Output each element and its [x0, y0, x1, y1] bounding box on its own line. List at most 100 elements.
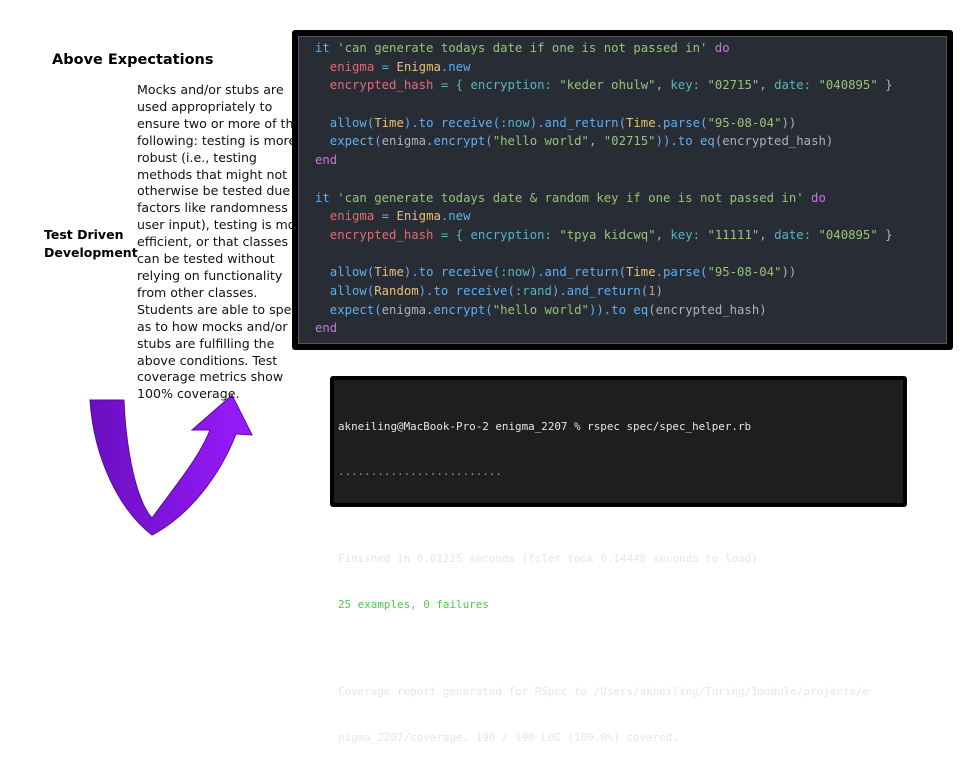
code-token: eq: [633, 302, 649, 317]
code-token: encrypted_hash: [315, 78, 434, 93]
description-line: following: testing is more: [137, 132, 297, 148]
row-label-line: Test Driven: [44, 227, 124, 242]
rubric-description: Mocks and/or stubs are used appropriately…: [137, 82, 308, 403]
code-token: ).to receive(: [418, 283, 515, 298]
code-line: expect(enigma.encrypt("hello world")).to…: [315, 301, 893, 320]
description-line: from other classes.: [137, 284, 258, 300]
code-token: "040895": [818, 227, 878, 242]
code-token: .new: [440, 209, 471, 224]
code-token: encrypted_hash: [315, 227, 434, 242]
description-line: relying on functionality: [137, 267, 283, 283]
code-token: expect(: [315, 302, 382, 317]
description-line: robust (i.e., testing: [137, 149, 257, 165]
description-line: above conditions. Test: [137, 352, 278, 368]
code-token: "hello world": [492, 302, 589, 317]
code-editor: it 'can generate todays date if one is n…: [298, 36, 947, 344]
description-line: otherwise be tested due to: [137, 183, 307, 199]
code-token: "95-08-04": [707, 265, 782, 280]
code-token: )).to: [588, 302, 634, 317]
code-token: )): [781, 115, 797, 130]
description-line: 100% coverage.: [137, 386, 240, 402]
code-token: ): [655, 283, 663, 298]
description-line: Mocks and/or stubs are: [137, 82, 284, 97]
terminal-progress: .........................: [338, 465, 502, 479]
code-line: expect(enigma.encrypt("hello world", "02…: [315, 132, 893, 151]
u-turn-arrow-icon: [89, 394, 253, 536]
code-token: enigma.: [381, 134, 434, 149]
code-token: =: [374, 209, 397, 224]
description-line: can be tested without: [137, 251, 275, 267]
code-token: Enigma: [396, 209, 441, 224]
code-token: "02715": [707, 78, 760, 93]
code-screenshot: it 'can generate todays date if one is n…: [292, 30, 953, 350]
code-line: end: [315, 319, 893, 338]
code-token: enigma.: [381, 302, 434, 317]
code-token: ,: [588, 134, 604, 149]
description-line: ensure two or more of the: [137, 115, 302, 131]
code-token: = {: [433, 227, 471, 242]
code-token: "95-08-04": [707, 115, 782, 130]
description-line: methods that might not: [137, 166, 288, 182]
description-line: used appropriately to: [137, 98, 273, 114]
code-token: "tpya kidcwq": [559, 227, 656, 242]
description-line: efficient, or that classes: [137, 234, 289, 250]
code-token: ,: [759, 227, 775, 242]
code-token: do: [803, 190, 826, 205]
code-token: ).and_return(: [551, 283, 649, 298]
code-token: it: [315, 41, 338, 55]
code-token: ).to receive(: [403, 265, 501, 280]
code-token: Random: [374, 283, 419, 298]
code-token: :now: [500, 265, 530, 280]
code-token: eq: [700, 134, 715, 149]
terminal-screenshot: akneiling@MacBook-Pro-2 enigma_2207 % rs…: [330, 376, 907, 744]
code-token: ).and_return(: [529, 265, 626, 280]
code-token: ).and_return(: [529, 115, 626, 130]
code-token: "02715": [603, 134, 656, 149]
description-line: stubs are fulfilling the: [137, 335, 275, 351]
code-token: do: [707, 41, 730, 55]
code-token: .parse(: [655, 115, 708, 130]
description-line: factors like randomness or: [137, 200, 305, 216]
code-line: end: [315, 151, 893, 170]
code-line: it 'can generate todays date & random ke…: [315, 189, 893, 208]
code-token: Time: [374, 115, 404, 130]
code-token: encryption:: [470, 78, 560, 93]
code-token: date:: [774, 78, 819, 93]
terminal-coverage: nigma_2207/coverage. 190 / 190 LOC (100.…: [338, 731, 679, 745]
code-token: :now: [500, 115, 530, 130]
description-line: Students are able to speak: [137, 301, 307, 317]
code-token: enigma: [315, 59, 375, 74]
code-token: 'can generate todays date if one is not …: [337, 41, 708, 55]
code-line: allow(Time).to receive(:now).and_return(…: [315, 114, 893, 133]
code-token: encrypt(: [433, 302, 493, 317]
code-line: encrypted_hash = { encryption: "keder oh…: [315, 76, 893, 95]
code-token: "hello world": [492, 134, 589, 149]
code-line: allow(Time).to receive(:now).and_return(…: [315, 263, 893, 282]
code-token: key:: [670, 227, 708, 242]
code-token: }: [877, 78, 893, 93]
code-token: date:: [774, 227, 819, 242]
code-token: ,: [759, 78, 775, 93]
description-line: user input), testing is more: [137, 217, 309, 233]
rubric-heading: Above Expectations: [52, 52, 214, 68]
code-token: )): [781, 265, 797, 280]
code-token: ,: [655, 78, 671, 93]
code-token: }: [877, 227, 893, 242]
code-token: .parse(: [655, 265, 708, 280]
terminal-finished: Finished in 0.01215 seconds (files took …: [338, 552, 758, 566]
code-token: expect(: [315, 134, 382, 149]
code-token: allow(: [315, 283, 375, 298]
terminal-coverage: Coverage report generated for RSpec to /…: [338, 685, 870, 699]
code-token: it: [315, 190, 338, 205]
code-token: )).to: [655, 134, 701, 149]
description-line: as to how mocks and/or: [137, 318, 288, 334]
code-token: end: [315, 321, 338, 336]
code-token: Time: [374, 265, 404, 280]
code-token: "040895": [818, 78, 878, 93]
code-line: allow(Random).to receive(:rand).and_retu…: [315, 282, 893, 301]
code-token: ,: [655, 227, 671, 242]
rubric-row-label: Test Driven Development: [44, 226, 138, 262]
code-token: .new: [440, 59, 471, 74]
code-line: enigma = Enigma.new: [315, 58, 893, 77]
